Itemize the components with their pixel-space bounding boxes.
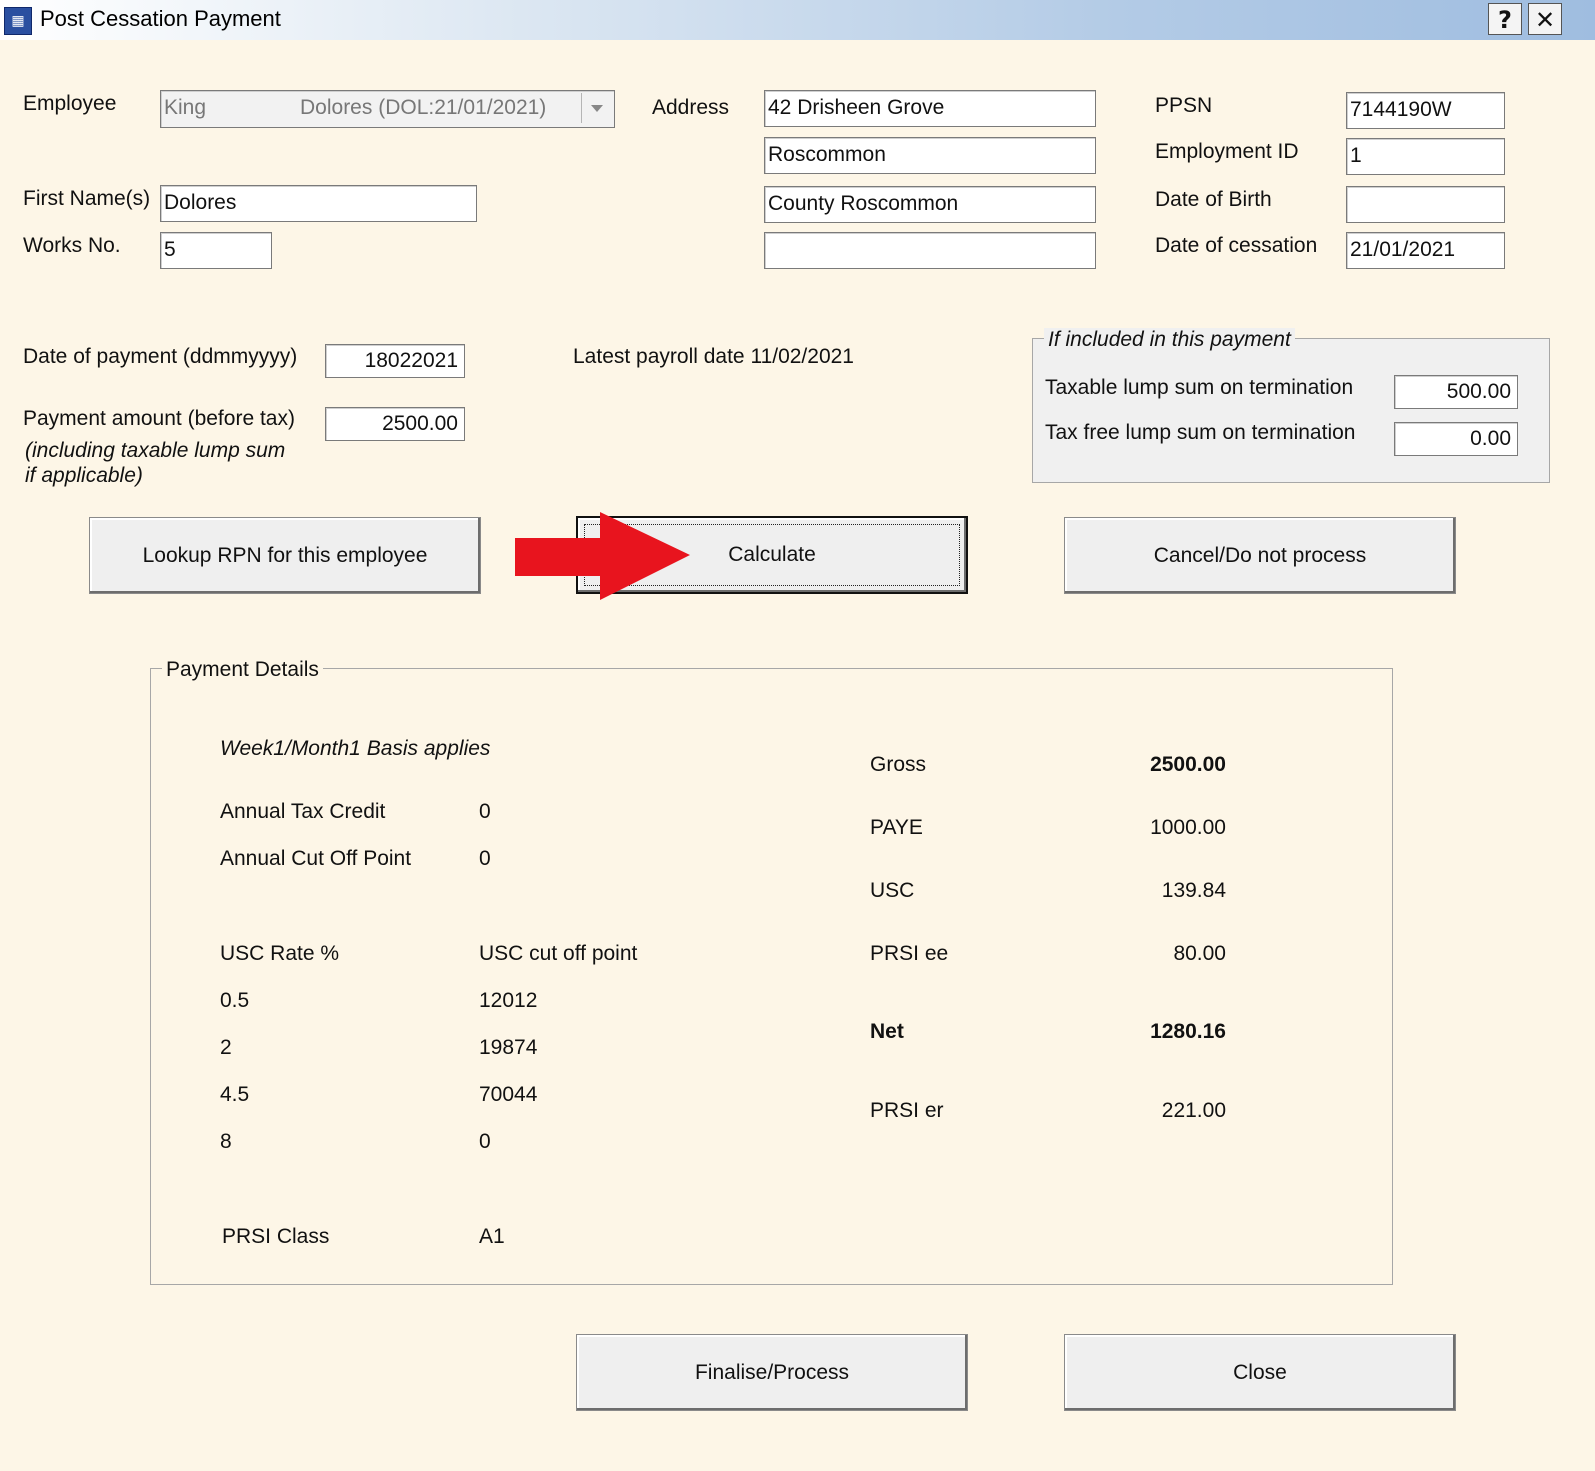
usc-label: USC [870, 879, 915, 902]
taxable-lump-sum-label: Taxable lump sum on termination [1045, 376, 1354, 399]
address-line-4[interactable] [764, 232, 1096, 269]
address-line-2[interactable]: Roscommon [764, 137, 1096, 174]
net-label: Net [870, 1020, 904, 1043]
red-arrow-icon [515, 512, 690, 600]
usc-cutoff-2: 19874 [479, 1036, 538, 1059]
usc-rate-header: USC Rate % [220, 942, 340, 965]
annual-cutoff-value: 0 [479, 847, 491, 870]
finalise-process-button[interactable]: Finalise/Process [576, 1334, 968, 1411]
payment-amount-field[interactable]: 2500.00 [325, 407, 465, 441]
employment-id-field[interactable]: 1 [1346, 138, 1505, 175]
payment-amount-note-1: (including taxable lump sum [25, 439, 286, 462]
works-no-field[interactable]: 5 [160, 232, 272, 269]
usc-value: 139.84 [1161, 879, 1226, 902]
address-label: Address [652, 96, 730, 119]
gross-value: 2500.00 [1150, 753, 1226, 776]
first-name-field[interactable]: Dolores [160, 185, 477, 222]
help-button[interactable]: ? [1488, 3, 1522, 35]
gross-label: Gross [870, 753, 927, 776]
usc-cutoff-4: 0 [479, 1130, 491, 1153]
lookup-rpn-button[interactable]: Lookup RPN for this employee [89, 517, 481, 594]
employee-detail: Dolores (DOL:21/01/2021) [300, 96, 547, 119]
taxable-lump-sum-field[interactable]: 500.00 [1394, 375, 1518, 409]
lump-sum-legend: If included in this payment [1044, 328, 1295, 352]
prsi-class-value: A1 [479, 1225, 505, 1248]
payment-amount-note-2: if applicable) [25, 464, 143, 487]
usc-cutoff-3: 70044 [479, 1083, 538, 1106]
cessation-field[interactable]: 21/01/2021 [1346, 232, 1505, 269]
paye-value: 1000.00 [1150, 816, 1226, 839]
dob-label: Date of Birth [1155, 188, 1272, 211]
works-no-label: Works No. [23, 234, 121, 257]
usc-rate-1: 0.5 [220, 989, 250, 1012]
employee-dropdown[interactable]: King Dolores (DOL:21/01/2021) [160, 90, 615, 128]
tax-free-lump-sum-field[interactable]: 0.00 [1394, 422, 1518, 456]
usc-cutoff-1: 12012 [479, 989, 538, 1012]
close-window-button[interactable]: ✕ [1528, 3, 1562, 35]
payment-date-field[interactable]: 18022021 [325, 344, 465, 378]
annual-tax-credit-label: Annual Tax Credit [220, 800, 386, 823]
prsi-er-value: 221.00 [1161, 1099, 1226, 1122]
paye-label: PAYE [870, 816, 923, 839]
payment-date-label: Date of payment (ddmmyyyy) [23, 345, 298, 368]
net-value: 1280.16 [1150, 1020, 1226, 1043]
window-title: Post Cessation Payment [40, 6, 281, 31]
cessation-label: Date of cessation [1155, 234, 1318, 257]
payment-details-legend: Payment Details [162, 658, 323, 682]
ppsn-label: PPSN [1155, 94, 1213, 117]
basis-text: Week1/Month1 Basis applies [220, 737, 491, 760]
payment-amount-label: Payment amount (before tax) [23, 407, 295, 430]
dob-field[interactable] [1346, 186, 1505, 223]
cancel-button[interactable]: Cancel/Do not process [1064, 517, 1456, 594]
employee-label: Employee [23, 92, 117, 115]
close-button[interactable]: Close [1064, 1334, 1456, 1411]
usc-cutoff-header: USC cut off point [479, 942, 638, 965]
annual-cutoff-label: Annual Cut Off Point [220, 847, 412, 870]
address-line-1[interactable]: 42 Drisheen Grove [764, 90, 1096, 127]
usc-rate-4: 8 [220, 1130, 232, 1153]
ppsn-field[interactable]: 7144190W [1346, 92, 1505, 129]
tax-free-lump-sum-label: Tax free lump sum on termination [1045, 421, 1356, 444]
usc-rate-2: 2 [220, 1036, 232, 1059]
prsi-ee-label: PRSI ee [870, 942, 949, 965]
chevron-down-icon[interactable] [581, 93, 612, 123]
prsi-class-label: PRSI Class [222, 1225, 330, 1248]
latest-payroll-date: Latest payroll date 11/02/2021 [573, 345, 854, 368]
employment-id-label: Employment ID [1155, 140, 1299, 163]
first-name-label: First Name(s) [23, 187, 151, 210]
annual-tax-credit-value: 0 [479, 800, 491, 823]
prsi-er-label: PRSI er [870, 1099, 944, 1122]
usc-rate-3: 4.5 [220, 1083, 250, 1106]
address-line-3[interactable]: County Roscommon [764, 186, 1096, 223]
employee-surname: King [164, 96, 207, 119]
lump-sum-group [1032, 338, 1550, 483]
app-icon: ▦ [4, 7, 32, 35]
prsi-ee-value: 80.00 [1173, 942, 1226, 965]
